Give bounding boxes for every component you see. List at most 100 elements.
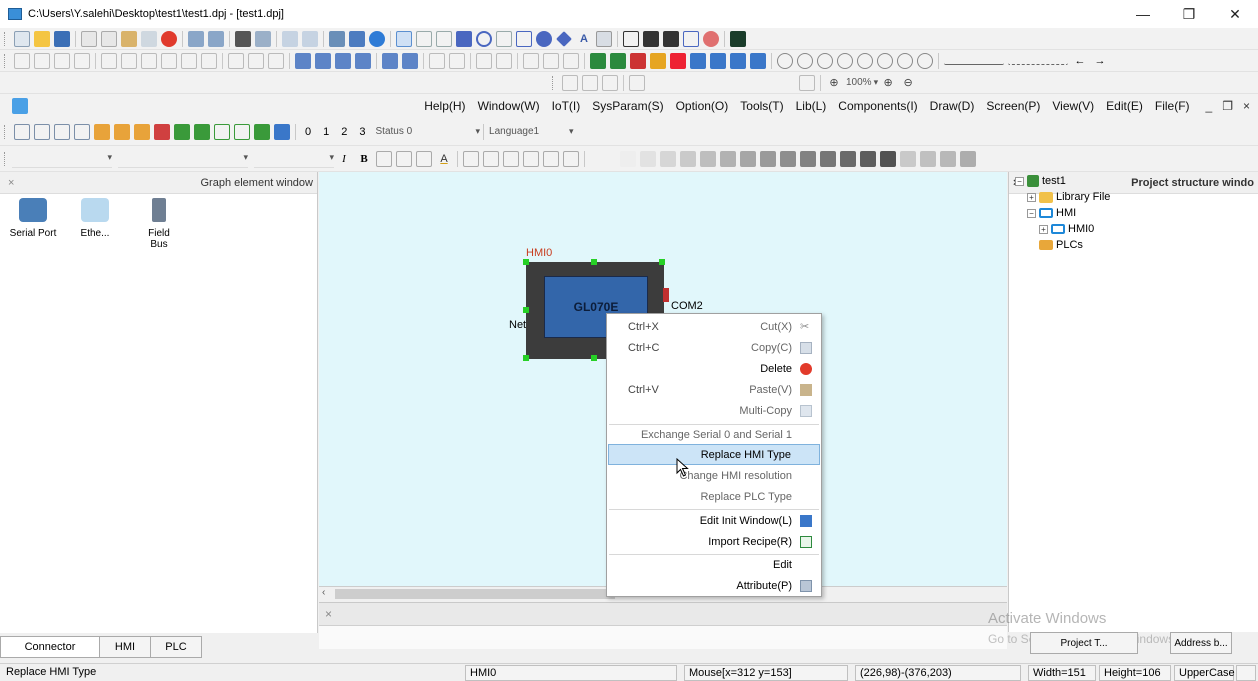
arrow-left-icon[interactable]: ← <box>1072 53 1088 69</box>
font-color-icon[interactable]: A <box>436 151 452 167</box>
tree-item-hmi0[interactable]: + HMI0 <box>1039 223 1094 235</box>
screen-button-icon[interactable] <box>54 123 70 140</box>
menu-tools[interactable]: Tools(T) <box>740 99 783 113</box>
align-text-right-icon[interactable] <box>416 150 432 167</box>
music-icon[interactable] <box>114 123 130 140</box>
status-dropdown-icon[interactable]: ▾ <box>476 126 481 137</box>
filled-ellipse-icon[interactable] <box>536 30 552 47</box>
center-horizontal-icon[interactable] <box>101 52 117 69</box>
flip-h-icon[interactable] <box>228 52 244 69</box>
snap-icon[interactable] <box>799 74 815 91</box>
screen-next-icon[interactable] <box>582 74 598 91</box>
find-icon[interactable] <box>235 30 251 47</box>
menu-components[interactable]: Components(I) <box>838 99 917 113</box>
menu-help[interactable]: Help(H) <box>424 99 465 113</box>
delete-icon[interactable] <box>161 30 177 47</box>
menu-item-exchange-serial[interactable]: Exchange Serial 0 and Serial 1 <box>608 424 820 445</box>
help-icon[interactable] <box>369 30 385 47</box>
align-top-icon[interactable] <box>54 52 70 69</box>
tree-toggle[interactable]: + <box>1027 192 1036 202</box>
new-file-icon[interactable] <box>14 30 30 47</box>
compile-icon[interactable] <box>282 30 298 47</box>
field-bus-item[interactable]: Field Bus <box>134 198 184 250</box>
circle-5-icon[interactable] <box>857 52 873 69</box>
tree-item-plcs[interactable]: PLCs <box>1039 239 1083 251</box>
fill-dropdown-icon[interactable] <box>643 30 659 47</box>
tree-item-hmi[interactable]: − HMI <box>1027 207 1076 219</box>
circle-3-icon[interactable] <box>817 52 833 69</box>
output-close-icon[interactable]: × <box>325 607 332 621</box>
init-toolbar-icon[interactable] <box>274 123 290 140</box>
scale-icon[interactable] <box>683 30 699 47</box>
arc-tool-icon[interactable] <box>436 30 452 47</box>
flip-v-icon[interactable] <box>248 52 264 69</box>
num-3[interactable]: 3 <box>359 126 365 138</box>
dash-style-icon[interactable] <box>1008 56 1068 65</box>
group-icon[interactable] <box>268 52 284 69</box>
record-icon[interactable] <box>214 123 230 140</box>
menu-item-replace-hmi-type[interactable]: Replace HMI Type <box>608 444 820 465</box>
distribute-h-icon[interactable] <box>141 52 157 69</box>
num-0[interactable]: 0 <box>305 126 311 138</box>
font-combo[interactable]: ▾ <box>12 150 112 168</box>
mdi-close-button[interactable]: × <box>1243 99 1250 113</box>
polyline-tool-icon[interactable] <box>496 30 512 47</box>
layer-up-icon[interactable] <box>382 52 398 69</box>
text-box-4-icon[interactable] <box>523 150 539 167</box>
text-box-6-icon[interactable] <box>563 150 579 167</box>
arrow-right-icon[interactable]: → <box>1092 53 1108 69</box>
word-button-icon[interactable] <box>34 123 50 140</box>
text-box-2-icon[interactable] <box>483 150 499 167</box>
bold-icon[interactable]: B <box>356 151 372 167</box>
mirror-icon[interactable] <box>563 52 579 69</box>
selection-handle[interactable] <box>591 355 597 361</box>
align-right-icon[interactable] <box>34 52 50 69</box>
menu-item-cut[interactable]: Ctrl+X Cut(X) ✂ <box>608 316 820 337</box>
align-left-icon[interactable] <box>14 52 30 69</box>
pointer-icon[interactable] <box>396 30 412 47</box>
menu-edit[interactable]: Edit(E) <box>1106 99 1143 113</box>
menu-window[interactable]: Window(W) <box>478 99 540 113</box>
serial-port-item[interactable]: Serial Port <box>8 198 58 239</box>
undo-icon[interactable] <box>188 30 204 47</box>
tree-toggle[interactable]: − <box>1027 208 1036 218</box>
graph-window-close-button[interactable]: × <box>8 177 14 189</box>
online-simulate-icon[interactable] <box>349 30 365 47</box>
ellipse-tool-icon[interactable] <box>476 30 492 47</box>
lamp-icon[interactable] <box>94 123 110 140</box>
send-back-icon[interactable] <box>315 52 331 69</box>
text-box-3-icon[interactable] <box>503 150 519 167</box>
scrollbar-thumb[interactable] <box>335 589 615 599</box>
menu-item-edit-init-window[interactable]: Edit Init Window(L) <box>608 510 820 531</box>
alarm-record-icon[interactable] <box>234 123 250 140</box>
tab-address-book[interactable]: Address b... <box>1170 632 1232 654</box>
diamond-tool-icon[interactable] <box>556 30 572 47</box>
menu-item-replace-plc-type[interactable]: Replace PLC Type <box>608 486 820 507</box>
text-tool-icon[interactable]: A <box>576 31 592 47</box>
open-folder-icon[interactable] <box>34 30 50 47</box>
restore-button[interactable]: ❐ <box>1166 0 1212 28</box>
tree-toggle[interactable]: − <box>1015 176 1024 186</box>
screen-prev-icon[interactable] <box>562 74 578 91</box>
polygon-tool-icon[interactable] <box>516 30 532 47</box>
table-tool-icon[interactable] <box>596 30 612 47</box>
size-combo[interactable]: ▾ <box>118 150 248 168</box>
function-button-icon[interactable] <box>74 123 90 140</box>
menu-item-delete[interactable]: Delete <box>608 358 820 379</box>
selection-handle[interactable] <box>523 307 529 313</box>
window-copy-icon[interactable] <box>710 52 726 69</box>
window-props-icon[interactable] <box>730 52 746 69</box>
menu-screen[interactable]: Screen(P) <box>986 99 1040 113</box>
text-box-1-icon[interactable] <box>463 150 479 167</box>
circle-8-icon[interactable] <box>917 52 933 69</box>
menu-item-multi-copy[interactable]: Multi-Copy <box>608 400 820 421</box>
paste-icon[interactable] <box>121 30 137 47</box>
forward-icon[interactable] <box>335 52 351 69</box>
download-icon[interactable] <box>302 30 318 47</box>
menu-file[interactable]: File(F) <box>1155 99 1190 113</box>
thick-line-icon[interactable] <box>496 52 512 69</box>
close-button[interactable]: ✕ <box>1212 0 1258 28</box>
circle-1-icon[interactable] <box>777 52 793 69</box>
tree-item-library[interactable]: + Library File <box>1027 191 1110 203</box>
window-list-icon[interactable] <box>750 52 766 69</box>
